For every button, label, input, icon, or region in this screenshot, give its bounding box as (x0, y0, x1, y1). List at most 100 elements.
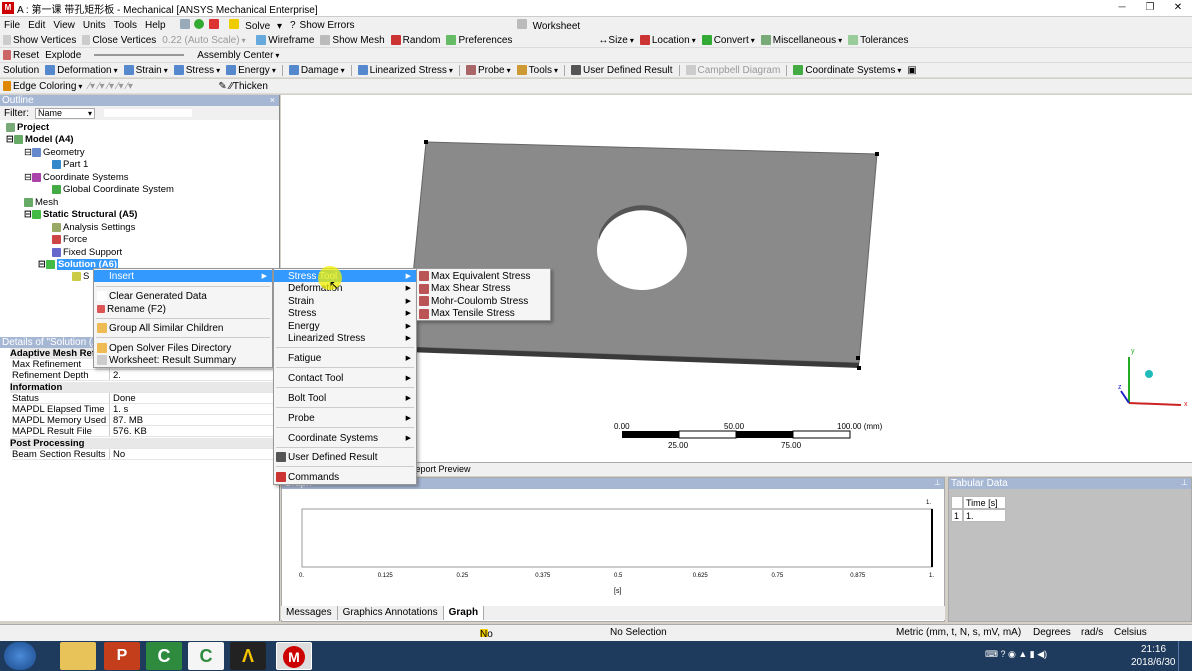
mechanical-taskbar-icon[interactable]: M (276, 642, 312, 670)
random-button[interactable]: Random (388, 35, 444, 46)
worksheet-button[interactable]: Worksheet (513, 18, 589, 32)
details-value[interactable]: 576. KB (111, 426, 280, 438)
insert-item-stress-tool[interactable]: Stress Tool ▶ (274, 270, 416, 282)
tree-mesh[interactable]: Mesh (24, 196, 58, 208)
linearized-stress-menu[interactable]: Linearized Stress (355, 65, 456, 76)
insert-item-coordinate-systems[interactable]: Coordinate Systems ▶ (274, 432, 416, 444)
tree-model[interactable]: ⊟ Model (A4) (6, 133, 74, 145)
insert-item-probe[interactable]: Probe ▶ (274, 412, 416, 424)
tree-static-structural[interactable]: ⊟ Static Structural (A5) (24, 208, 137, 220)
probe-menu[interactable]: Probe (463, 65, 514, 76)
tree-global-cs[interactable]: Global Coordinate System (52, 183, 174, 195)
show-mesh-button[interactable]: Show Mesh (317, 35, 387, 46)
user-defined-result-button[interactable]: User Defined Result (568, 65, 675, 76)
menu-file[interactable]: File (0, 20, 24, 31)
details-group[interactable]: Post Processing (0, 437, 280, 449)
tree-part1[interactable]: Part 1 (52, 158, 88, 170)
wireframe-button[interactable]: Wireframe (253, 35, 317, 46)
tab-graphics-annotations[interactable]: Graphics Annotations (338, 606, 444, 620)
close-vertices-button[interactable]: Close Vertices (79, 35, 159, 46)
close-button[interactable]: ✕ (1164, 0, 1192, 16)
insert-item-energy[interactable]: Energy ▶ (274, 320, 416, 332)
miscellaneous-menu[interactable]: Miscellaneous (758, 35, 845, 46)
edge-coloring-menu[interactable]: Edge Coloring (0, 81, 85, 92)
show-errors-button[interactable]: ? Show Errors (286, 20, 363, 31)
details-row[interactable]: Status Done (0, 392, 280, 404)
menu-edit[interactable]: Edit (24, 20, 49, 31)
size-menu[interactable]: ↔ Size (595, 35, 636, 46)
details-row[interactable]: MAPDL Elapsed Time 1. s (0, 404, 280, 415)
camtasia-recorder-taskbar-icon[interactable]: C (188, 642, 224, 670)
details-row[interactable]: MAPDL Memory Used 87. MB (0, 415, 280, 427)
minimize-button[interactable]: ─ (1108, 0, 1136, 16)
stress-tool-item-max-shear-stress[interactable]: Max Shear Stress (417, 283, 510, 295)
tabular-pin-icon[interactable]: ⊥ (1181, 478, 1188, 487)
menu-units[interactable]: Units (79, 20, 110, 31)
menu-tools[interactable]: Tools (110, 20, 141, 31)
tree-force[interactable]: Force (52, 233, 87, 245)
insert-item-bolt-tool[interactable]: Bolt Tool ▶ (274, 392, 416, 404)
tools-menu[interactable]: Tools (514, 65, 561, 76)
stop-icon[interactable] (209, 18, 220, 29)
menu-group-similar-children[interactable]: Group All Similar Children (94, 322, 224, 334)
maximize-button[interactable]: ❐ (1136, 0, 1164, 16)
camtasia-taskbar-icon[interactable]: C (146, 642, 182, 670)
units-status[interactable]: Metric (mm, t, N, s, mV, mA) (896, 627, 1021, 638)
strain-menu[interactable]: Strain (121, 65, 171, 76)
triad-iso-ball[interactable] (1145, 370, 1153, 378)
menu-rename[interactable]: Rename (F2) (94, 303, 166, 315)
tree-geometry[interactable]: ⊟ Geometry (24, 146, 85, 158)
outline-close-icon[interactable]: × (270, 95, 275, 105)
check-icon[interactable] (194, 18, 205, 29)
rotational-units-status[interactable]: rad/s (1081, 627, 1103, 638)
temperature-units-status[interactable]: Celsius (1114, 627, 1147, 638)
menu-worksheet-summary[interactable]: Worksheet: Result Summary (94, 354, 236, 366)
convert-menu[interactable]: Convert (699, 35, 758, 46)
auto-scale-select[interactable]: 0.22 (Auto Scale) (159, 35, 253, 46)
insert-item-strain[interactable]: Strain ▶ (274, 295, 416, 307)
graph-pin-icon[interactable]: ⊥ (934, 478, 941, 487)
details-value[interactable]: 2. (111, 370, 280, 382)
details-row[interactable]: Beam Section Results No (0, 448, 280, 460)
stress-tool-item-max-tensile-stress[interactable]: Max Tensile Stress (417, 308, 515, 320)
damage-menu[interactable]: Damage (286, 65, 348, 76)
menu-insert[interactable]: Insert ▶ (94, 270, 272, 282)
tray-icons[interactable]: ⌨ ? ◉ ▲ ▮ ◀) (985, 649, 1047, 660)
menu-help[interactable]: Help (141, 20, 170, 31)
tab-graph[interactable]: Graph (443, 606, 485, 620)
insert-item-fatigue[interactable]: Fatigue ▶ (274, 352, 416, 364)
icon-a[interactable] (179, 18, 190, 29)
assembly-center-select[interactable]: Assembly Center (194, 50, 282, 61)
menu-clear-generated-data[interactable]: Clear Generated Data (94, 290, 207, 302)
menu-view[interactable]: View (49, 20, 79, 31)
filter-select[interactable]: Name (35, 107, 95, 119)
pin-icon[interactable]: ▣ (904, 65, 919, 76)
details-value[interactable]: 1. s (111, 404, 280, 415)
powerpoint-taskbar-icon[interactable]: P (104, 642, 140, 670)
location-menu[interactable]: Location (637, 35, 699, 46)
tree-coordinate-systems[interactable]: ⊟ Coordinate Systems (24, 171, 129, 183)
reset-button[interactable]: Reset (0, 50, 42, 61)
show-desktop-button[interactable] (1178, 641, 1192, 671)
explode-slider[interactable] (94, 54, 185, 56)
insert-item-stress[interactable]: Stress ▶ (274, 307, 416, 319)
tab-messages[interactable]: Messages (281, 606, 338, 620)
details-row[interactable]: Refinement Depth 2. (0, 370, 280, 382)
tolerances-button[interactable]: Tolerances (845, 35, 911, 46)
show-vertices-button[interactable]: Show Vertices (0, 35, 79, 46)
details-value[interactable]: Done (111, 393, 280, 404)
filter-input[interactable] (103, 108, 193, 118)
preferences-button[interactable]: Preferences (443, 35, 515, 46)
tree-analysis-settings[interactable]: Analysis Settings (52, 221, 135, 233)
tree-fixed-support[interactable]: Fixed Support (52, 246, 122, 258)
energy-menu[interactable]: Energy (223, 65, 279, 76)
tree-project[interactable]: Project (6, 121, 49, 133)
explorer-taskbar-icon[interactable] (60, 642, 96, 670)
deformation-menu[interactable]: Deformation (42, 65, 120, 76)
insert-item-user-defined-result[interactable]: User Defined Result (274, 451, 416, 463)
insert-item-deformation[interactable]: Deformation ▶ (274, 282, 416, 294)
solve-button[interactable]: Solve ▾ (225, 18, 286, 32)
tab-report-preview[interactable]: Report Preview (409, 464, 471, 474)
insert-item-linearized-stress[interactable]: Linearized Stress ▶ (274, 332, 416, 344)
angle-units-status[interactable]: Degrees (1033, 627, 1071, 638)
